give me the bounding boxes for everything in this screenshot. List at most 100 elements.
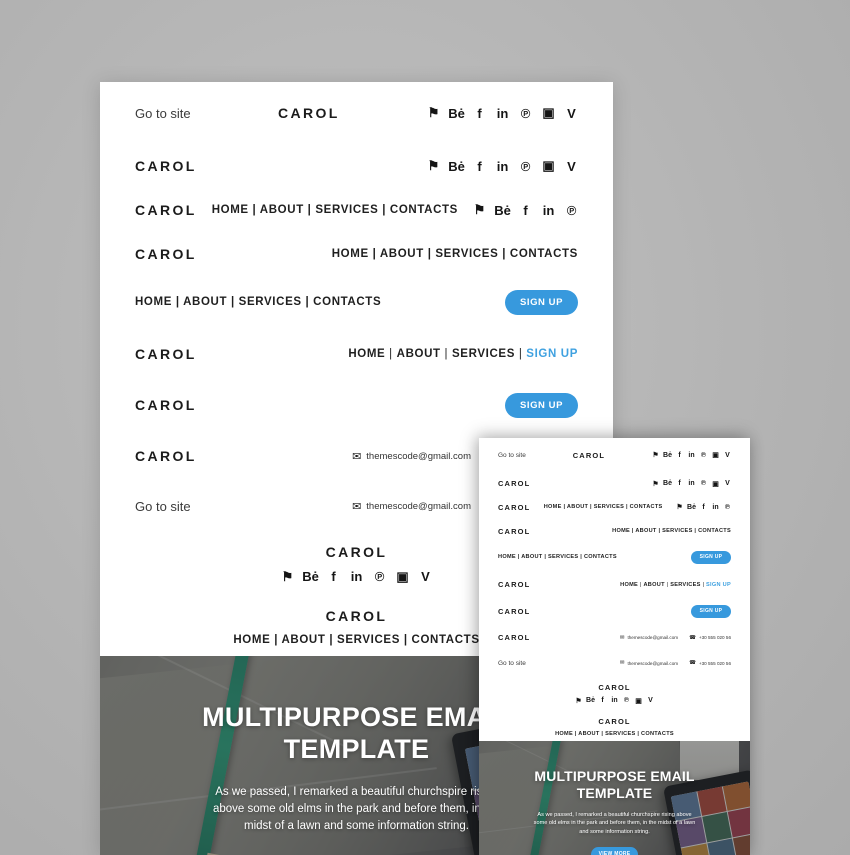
brand-logo[interactable]: CAROL [135, 397, 197, 413]
main-nav[interactable]: HOME | ABOUT | SERVICES | CONTACTS [544, 504, 663, 510]
twitter-icon[interactable]: ⚑ [473, 202, 486, 217]
brand-logo[interactable]: CAROL [498, 717, 731, 726]
main-nav[interactable]: HOME | ABOUT | SERVICES | CONTACTS [212, 204, 458, 216]
brand-logo[interactable]: CAROL [498, 633, 530, 642]
facebook-icon[interactable]: f [599, 697, 606, 704]
main-nav-with-signup[interactable]: HOME | ABOUT | SERVICES | SIGN UP [620, 582, 731, 588]
brand-logo[interactable]: CAROL [135, 448, 197, 464]
twitter-icon[interactable]: ⚑ [652, 480, 659, 488]
go-to-site-link[interactable]: Go to site [135, 499, 191, 514]
linkedin-icon[interactable]: in [496, 106, 509, 121]
nav-item-home[interactable]: HOME [620, 582, 638, 588]
nav-item-about[interactable]: ABOUT [397, 348, 441, 360]
facebook-icon[interactable]: f [473, 159, 486, 174]
twitter-icon[interactable]: ⚑ [427, 105, 440, 120]
instagram-icon[interactable]: ▣ [542, 158, 555, 173]
linkedin-icon[interactable]: in [611, 697, 618, 704]
main-nav[interactable]: HOME | ABOUT | SERVICES | CONTACTS [498, 731, 731, 737]
sign-up-button[interactable]: SIGN UP [691, 604, 731, 618]
nav-item-services[interactable]: SERVICES [452, 348, 515, 360]
nav-item-services[interactable]: SERVICES [670, 582, 700, 588]
vimeo-icon[interactable]: V [724, 480, 731, 487]
sign-up-button[interactable]: SIGN UP [691, 550, 731, 564]
brand-logo[interactable]: CAROL [135, 346, 197, 362]
brand-logo[interactable]: CAROL [498, 527, 530, 536]
brand-logo[interactable]: CAROL [135, 158, 197, 174]
brand-logo[interactable]: CAROL [135, 202, 197, 218]
pinterest-icon[interactable]: ℗ [565, 203, 578, 218]
vimeo-icon[interactable]: V [724, 452, 731, 459]
pinterest-icon[interactable]: ℗ [519, 106, 532, 121]
pinterest-icon[interactable]: ℗ [700, 480, 707, 487]
go-to-site-link[interactable]: Go to site [135, 106, 191, 121]
linkedin-icon[interactable]: in [350, 569, 363, 584]
sign-up-button[interactable]: SIGN UP [505, 289, 578, 315]
view-more-button[interactable]: VIEW MORE [591, 847, 638, 855]
behance-icon[interactable]: Bė [448, 159, 465, 174]
main-nav[interactable]: HOME | ABOUT | SERVICES | CONTACTS [498, 554, 617, 560]
main-nav-with-signup[interactable]: HOME | ABOUT | SERVICES | SIGN UP [348, 348, 578, 360]
behance-icon[interactable]: Bė [302, 569, 319, 584]
vimeo-icon[interactable]: V [565, 106, 578, 121]
facebook-icon[interactable]: f [327, 569, 340, 584]
linkedin-icon[interactable]: in [712, 504, 719, 511]
instagram-icon[interactable]: ▣ [635, 697, 642, 705]
facebook-icon[interactable]: f [676, 480, 683, 487]
vimeo-icon[interactable]: V [565, 159, 578, 174]
contact-email[interactable]: ✉ themescode@gmail.com [352, 500, 471, 513]
facebook-icon[interactable]: f [519, 203, 532, 218]
linkedin-icon[interactable]: in [688, 452, 695, 459]
main-nav[interactable]: HOME | ABOUT | SERVICES | CONTACTS [135, 296, 381, 308]
pinterest-icon[interactable]: ℗ [700, 452, 707, 459]
pinterest-icon[interactable]: ℗ [623, 697, 630, 704]
behance-icon[interactable]: Bė [687, 504, 696, 511]
brand-logo[interactable]: CAROL [498, 479, 530, 488]
linkedin-icon[interactable]: in [496, 159, 509, 174]
brand-logo[interactable]: CAROL [498, 607, 530, 616]
linkedin-icon[interactable]: in [688, 480, 695, 487]
nav-item-about[interactable]: ABOUT [643, 582, 664, 588]
twitter-icon[interactable]: ⚑ [427, 158, 440, 173]
contact-email[interactable]: ✉ themescode@gmail.com [620, 660, 678, 666]
nav-item-home[interactable]: HOME [348, 348, 385, 360]
sign-up-link[interactable]: SIGN UP [706, 582, 731, 588]
facebook-icon[interactable]: f [473, 106, 486, 121]
twitter-icon[interactable]: ⚑ [281, 569, 294, 584]
twitter-icon[interactable]: ⚑ [575, 697, 582, 705]
vimeo-icon[interactable]: V [419, 569, 432, 584]
brand-logo[interactable]: CAROL [573, 451, 605, 460]
behance-icon[interactable]: Bė [494, 203, 511, 218]
behance-icon[interactable]: Bė [586, 697, 595, 704]
instagram-icon[interactable]: ▣ [542, 105, 555, 120]
main-nav[interactable]: HOME | ABOUT | SERVICES | CONTACTS [612, 528, 731, 534]
go-to-site-link[interactable]: Go to site [498, 452, 526, 459]
brand-logo[interactable]: CAROL [498, 580, 530, 589]
contact-email[interactable]: ✉ themescode@gmail.com [352, 450, 471, 463]
facebook-icon[interactable]: f [700, 504, 707, 511]
facebook-icon[interactable]: f [676, 452, 683, 459]
behance-icon[interactable]: Bė [663, 480, 672, 487]
pinterest-icon[interactable]: ℗ [519, 159, 532, 174]
sign-up-button[interactable]: SIGN UP [505, 392, 578, 418]
twitter-icon[interactable]: ⚑ [676, 504, 683, 511]
contact-email[interactable]: ✉ themescode@gmail.com [620, 635, 678, 641]
pinterest-icon[interactable]: ℗ [724, 504, 731, 511]
go-to-site-link[interactable]: Go to site [498, 660, 526, 667]
behance-icon[interactable]: Bė [448, 106, 465, 121]
contact-phone[interactable]: ☎+30 555 020 56 [689, 660, 731, 666]
twitter-icon[interactable]: ⚑ [652, 452, 659, 459]
instagram-icon[interactable]: ▣ [712, 452, 719, 459]
pinterest-icon[interactable]: ℗ [373, 569, 386, 584]
linkedin-icon[interactable]: in [542, 203, 555, 218]
instagram-icon[interactable]: ▣ [712, 480, 719, 488]
brand-logo[interactable]: CAROL [278, 105, 340, 121]
brand-logo[interactable]: CAROL [498, 683, 731, 692]
brand-logo[interactable]: CAROL [498, 503, 530, 512]
sign-up-link[interactable]: SIGN UP [526, 348, 578, 360]
instagram-icon[interactable]: ▣ [396, 569, 409, 584]
vimeo-icon[interactable]: V [647, 697, 654, 704]
brand-logo[interactable]: CAROL [135, 246, 197, 262]
behance-icon[interactable]: Bė [663, 452, 672, 459]
main-nav[interactable]: HOME | ABOUT | SERVICES | CONTACTS [332, 248, 578, 260]
contact-phone[interactable]: ☎+30 555 020 56 [689, 635, 731, 641]
